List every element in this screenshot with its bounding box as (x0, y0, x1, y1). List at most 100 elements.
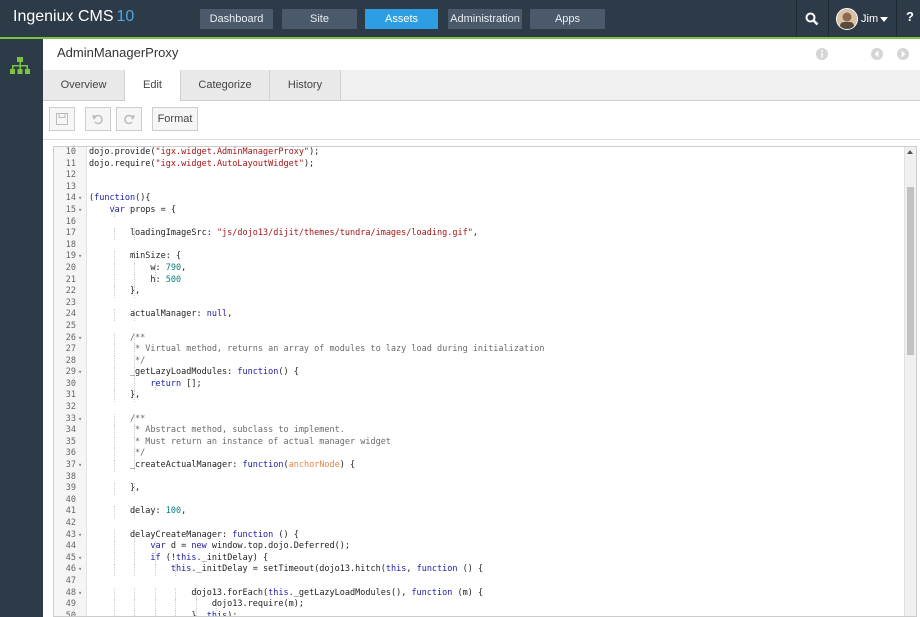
code-line[interactable]: 31 }, (54, 390, 884, 403)
tab-history[interactable]: History (270, 70, 341, 100)
code-text: h: 500 (89, 274, 182, 285)
code-line[interactable]: 36 */ (54, 448, 884, 461)
info-icon[interactable] (815, 47, 829, 61)
line-number: 46 (65, 564, 76, 575)
code-line[interactable]: 45 ▾ if (!this._initDelay) { (54, 552, 884, 565)
code-line[interactable]: 30 return []; (54, 378, 884, 391)
fold-toggle-icon[interactable]: ▾ (78, 367, 82, 379)
code-editor[interactable]: 10 dojo.provide("igx.widget.AdminManagerP… (53, 146, 917, 617)
next-icon[interactable] (896, 47, 910, 61)
code-line[interactable]: 44 var d = new window.top.dojo.Deferred(… (54, 541, 884, 553)
code-text: w: 790, (89, 262, 187, 273)
code-line[interactable]: 34 * Abstract method, subclass to implem… (54, 425, 884, 437)
app-logo[interactable]: Ingeniux CMS 10 (13, 8, 134, 26)
code-line[interactable]: 20 w: 790, (54, 262, 884, 275)
top-navigation-bar: Ingeniux CMS 10 Dashboard Site Assets Adm… (0, 0, 920, 37)
code-line[interactable]: 17 loadingImageSrc: "js/dojo13/dijit/the… (54, 228, 884, 240)
code-line[interactable]: 21 h: 500 (54, 274, 884, 287)
code-line[interactable]: 39 }, (54, 483, 884, 495)
code-line[interactable]: 19 ▾ minSize: { (54, 251, 884, 263)
line-number: 37 (65, 460, 76, 471)
fold-toggle-icon[interactable]: ▾ (78, 333, 82, 345)
code-line[interactable]: 22 }, (54, 286, 884, 298)
code-line[interactable]: 40 (54, 495, 884, 507)
left-sidebar (0, 39, 43, 617)
code-line[interactable]: 14 ▾ (function(){ (54, 193, 884, 205)
code-line[interactable]: 35 * Must return an instance of actual m… (54, 436, 884, 449)
tab-bar: Overview Edit Categorize History (43, 70, 920, 101)
line-number: 14 (65, 193, 76, 204)
code-line[interactable]: 12 (54, 170, 884, 182)
document-header: AdminManagerProxy (43, 39, 920, 71)
nav-apps[interactable]: Apps (530, 9, 605, 29)
code-line[interactable]: 47 (54, 576, 884, 588)
line-number: 13 (65, 181, 76, 192)
code-line[interactable]: 37 ▾ _createActualManager: function(ancho… (54, 460, 884, 472)
vertical-scrollbar[interactable] (904, 147, 916, 616)
code-line[interactable]: 23 (54, 298, 884, 310)
line-number: 40 (65, 494, 76, 505)
code-line[interactable]: 27 * Virtual method, returns an array of… (54, 344, 884, 356)
line-number: 23 (65, 297, 76, 308)
tab-overview[interactable]: Overview (43, 70, 125, 100)
line-number: 47 (65, 575, 76, 586)
undo-button[interactable] (85, 107, 111, 131)
fold-toggle-icon[interactable]: ▾ (78, 530, 82, 542)
line-number: 31 (65, 390, 76, 401)
redo-button[interactable] (116, 107, 142, 131)
line-number: 36 (65, 448, 76, 459)
code-text: */ (89, 448, 146, 459)
nav-dashboard[interactable]: Dashboard (200, 9, 273, 29)
code-text: * Virtual method, returns an array of mo… (89, 344, 545, 355)
code-line[interactable]: 42 (54, 518, 884, 530)
code-line[interactable]: 49 dojo13.require(m); (54, 599, 884, 611)
fold-toggle-icon[interactable]: ▾ (78, 251, 82, 263)
line-number: 45 (65, 552, 76, 563)
fold-toggle-icon[interactable]: ▾ (78, 460, 82, 472)
code-line[interactable]: 10 dojo.provide("igx.widget.AdminManagerP… (54, 147, 884, 159)
fold-toggle-icon[interactable]: ▾ (78, 564, 82, 576)
code-line[interactable]: 29 ▾ _getLazyLoadModules: function() { (54, 367, 884, 379)
nav-administration[interactable]: Administration (448, 9, 522, 29)
fold-toggle-icon[interactable]: ▾ (78, 205, 82, 217)
search-button[interactable] (797, 0, 827, 37)
code-line[interactable]: 13 (54, 182, 884, 194)
site-tree-button[interactable] (9, 55, 31, 77)
previous-icon[interactable] (870, 47, 884, 61)
save-button[interactable] (49, 107, 75, 131)
fold-toggle-icon[interactable]: ▾ (78, 588, 82, 600)
nav-site[interactable]: Site (282, 9, 357, 29)
avatar (836, 8, 858, 30)
code-text: */ (89, 355, 146, 366)
code-line[interactable]: 11 dojo.require("igx.widget.AutoLayoutWid… (54, 159, 884, 171)
nav-assets[interactable]: Assets (365, 9, 438, 29)
line-number: 42 (65, 518, 76, 528)
code-text: delayCreateManager: function () { (89, 529, 299, 540)
help-button[interactable]: ? (906, 9, 914, 24)
code-line[interactable]: 28 */ (54, 355, 884, 368)
code-line[interactable]: 43 ▾ delayCreateManager: function () { (54, 529, 884, 542)
tab-edit[interactable]: Edit (125, 70, 181, 101)
code-line[interactable]: 32 (54, 402, 884, 414)
format-button[interactable]: Format (152, 107, 198, 131)
code-line[interactable]: 18 (54, 240, 884, 252)
fold-toggle-icon[interactable]: ▾ (78, 193, 82, 205)
code-line[interactable]: 15 ▾ var props = { (54, 204, 884, 217)
code-line[interactable]: 26 ▾ /** (54, 332, 884, 345)
code-line[interactable]: 46 ▾ this._initDelay = setTimeout(dojo13.… (54, 564, 884, 576)
scrollbar-thumb[interactable] (907, 187, 914, 355)
code-line[interactable]: 16 (54, 217, 884, 229)
code-line[interactable]: 38 (54, 472, 884, 484)
fold-toggle-icon[interactable]: ▾ (78, 414, 82, 426)
code-line[interactable]: 41 delay: 100, (54, 506, 884, 518)
code-line[interactable]: 33 ▾ /** (54, 413, 884, 426)
tab-categorize[interactable]: Categorize (181, 70, 270, 100)
scroll-up-icon[interactable] (907, 150, 913, 154)
code-line[interactable]: 24 actualManager: null, (54, 309, 884, 321)
code-line[interactable]: 48 ▾ dojo13.forEach(this._getLazyLoadModu… (54, 587, 884, 600)
code-line[interactable]: 25 (54, 321, 884, 333)
line-number: 26 (65, 332, 76, 343)
fold-toggle-icon[interactable]: ▾ (78, 553, 82, 565)
caret-down-icon (880, 17, 888, 22)
code-line[interactable]: 50 }, this); (54, 610, 884, 616)
